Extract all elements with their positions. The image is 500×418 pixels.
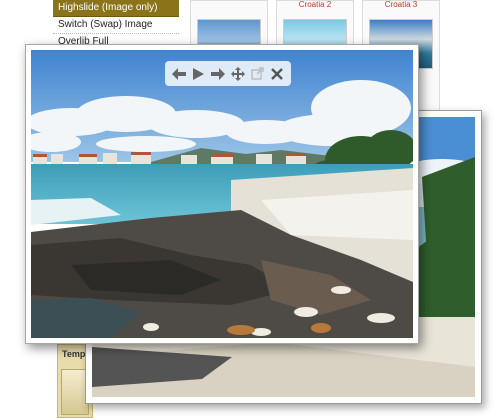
move-icon[interactable] xyxy=(230,66,246,82)
expanded-image-front[interactable] xyxy=(25,44,419,344)
full-expand-icon[interactable] xyxy=(249,66,265,82)
highslide-controlbar xyxy=(165,61,291,86)
menu-item-switch-image[interactable]: Switch (Swap) Image xyxy=(53,17,179,34)
play-icon[interactable] xyxy=(190,66,206,82)
rocky-shore-photo-art xyxy=(31,50,413,338)
menu-item-highslide[interactable]: Highslide (Image only) xyxy=(53,0,179,17)
thumbnail-caption: Croatia 3 xyxy=(384,0,418,9)
close-icon[interactable] xyxy=(269,66,285,82)
rocky-shore-photo[interactable] xyxy=(31,50,413,338)
next-icon[interactable] xyxy=(210,66,226,82)
thumbnail-caption: Croatia 2 xyxy=(298,0,332,9)
previous-icon[interactable] xyxy=(171,66,187,82)
